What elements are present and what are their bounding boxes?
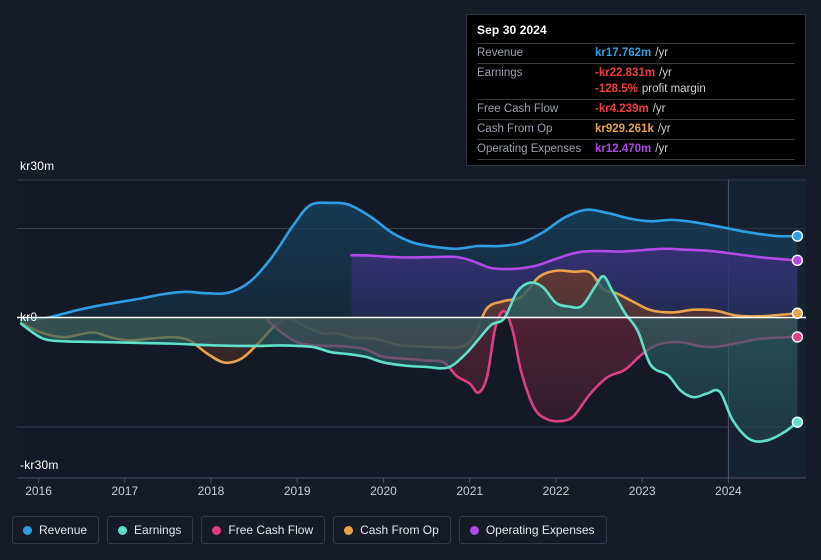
legend-item-cash-from-op[interactable]: Cash From Op xyxy=(333,516,451,544)
legend-item-operating-expenses[interactable]: Operating Expenses xyxy=(458,516,607,544)
tooltip-row-unit: /yr xyxy=(652,103,666,115)
legend-item-label: Earnings xyxy=(134,523,182,537)
legend-color-dot-icon xyxy=(212,525,222,535)
tooltip-date: Sep 30 2024 xyxy=(477,23,547,37)
x-axis-labels: 2016 2017 2018 2019 2020 2021 2022 2023 2024 xyxy=(0,484,821,502)
x-axis-label-2016: 2016 xyxy=(25,484,52,498)
tooltip-row-unit: /yr xyxy=(655,47,669,59)
financial-chart: kr30m kr0 -kr30m 2016 2017 2018 2019 2020 202… xyxy=(0,0,821,560)
tooltip-row: Operating Expenses kr12.470m/yr xyxy=(477,139,795,159)
tooltip-row-unit: /yr xyxy=(657,123,671,135)
tooltip-row-label: Earnings xyxy=(477,67,523,79)
x-axis-label-2017: 2017 xyxy=(111,484,139,498)
legend-item-revenue[interactable]: Revenue xyxy=(12,516,100,544)
tooltip-row-unit: /yr xyxy=(659,67,672,79)
legend-item-label: Operating Expenses xyxy=(485,523,595,537)
tooltip-row-unit: /yr xyxy=(655,143,669,155)
chart-tooltip: Sep 30 2024 Revenue kr17.762m/yr Earnings -… xyxy=(466,14,806,166)
x-axis-label-2023: 2023 xyxy=(628,484,656,498)
endpoint-marker-earnings xyxy=(791,416,804,428)
x-axis-label-2018: 2018 xyxy=(197,484,225,498)
chart-legend: Revenue Earnings Free Cash Flow Cash From O… xyxy=(12,516,607,544)
tooltip-row: Free Cash Flow -kr4.239m/yr xyxy=(477,99,795,119)
legend-color-dot-icon xyxy=(23,525,32,535)
tooltip-row: Earnings -kr22.831m/yr xyxy=(477,63,795,83)
tooltip-row-value: kr17.762m xyxy=(595,47,652,59)
legend-item-free-cash-flow[interactable]: Free Cash Flow xyxy=(201,516,326,544)
endpoint-marker-revenue xyxy=(791,230,804,242)
y-axis-label-bottom: -kr30m xyxy=(20,458,59,472)
endpoint-marker-operating-expenses xyxy=(791,254,804,267)
x-axis-label-2019: 2019 xyxy=(283,484,311,498)
legend-item-earnings[interactable]: Earnings xyxy=(107,516,194,544)
tooltip-row-value: kr12.470m xyxy=(595,143,652,155)
tooltip-bottom-divider xyxy=(477,159,795,160)
legend-color-dot-icon xyxy=(118,525,128,535)
endpoint-marker-cash-from-op xyxy=(791,307,804,319)
tooltip-row-label: Revenue xyxy=(477,47,524,59)
tooltip-rows: Revenue kr17.762m/yr Earnings -kr22.831m/yr… xyxy=(477,43,795,159)
tooltip-row-value: -128.5% xyxy=(595,83,638,95)
endpoint-marker-free-cash-flow xyxy=(791,331,804,343)
tooltip-row: Cash From Op kr929.261k/yr xyxy=(477,119,795,139)
y-axis-label-top: kr30m xyxy=(20,159,55,173)
x-axis-label-2024: 2024 xyxy=(715,484,742,498)
legend-item-label: Free Cash Flow xyxy=(228,523,314,537)
tooltip-row-value: -kr22.831m xyxy=(595,67,656,79)
tooltip-row-label: Cash From Op xyxy=(477,123,553,135)
tooltip-row-value: -kr4.239m xyxy=(595,103,649,115)
legend-item-label: Cash From Op xyxy=(360,523,439,537)
x-axis-label-2022: 2022 xyxy=(542,484,570,498)
legend-color-dot-icon xyxy=(344,525,354,535)
x-axis-label-2021: 2021 xyxy=(456,484,484,498)
tooltip-row-value: kr929.261k xyxy=(595,123,654,135)
x-axis-label-2020: 2020 xyxy=(370,484,397,498)
tooltip-row-label: Free Cash Flow xyxy=(477,103,559,115)
tooltip-row-label: Operating Expenses xyxy=(477,143,582,155)
tooltip-row: Revenue kr17.762m/yr xyxy=(477,43,795,63)
tooltip-row-unit: profit margin xyxy=(641,83,706,95)
legend-item-label: Revenue xyxy=(39,523,88,537)
legend-color-dot-icon xyxy=(469,525,479,535)
tooltip-row: -128.5% profit margin xyxy=(477,83,795,99)
y-axis-label-zero: kr0 xyxy=(20,310,38,324)
